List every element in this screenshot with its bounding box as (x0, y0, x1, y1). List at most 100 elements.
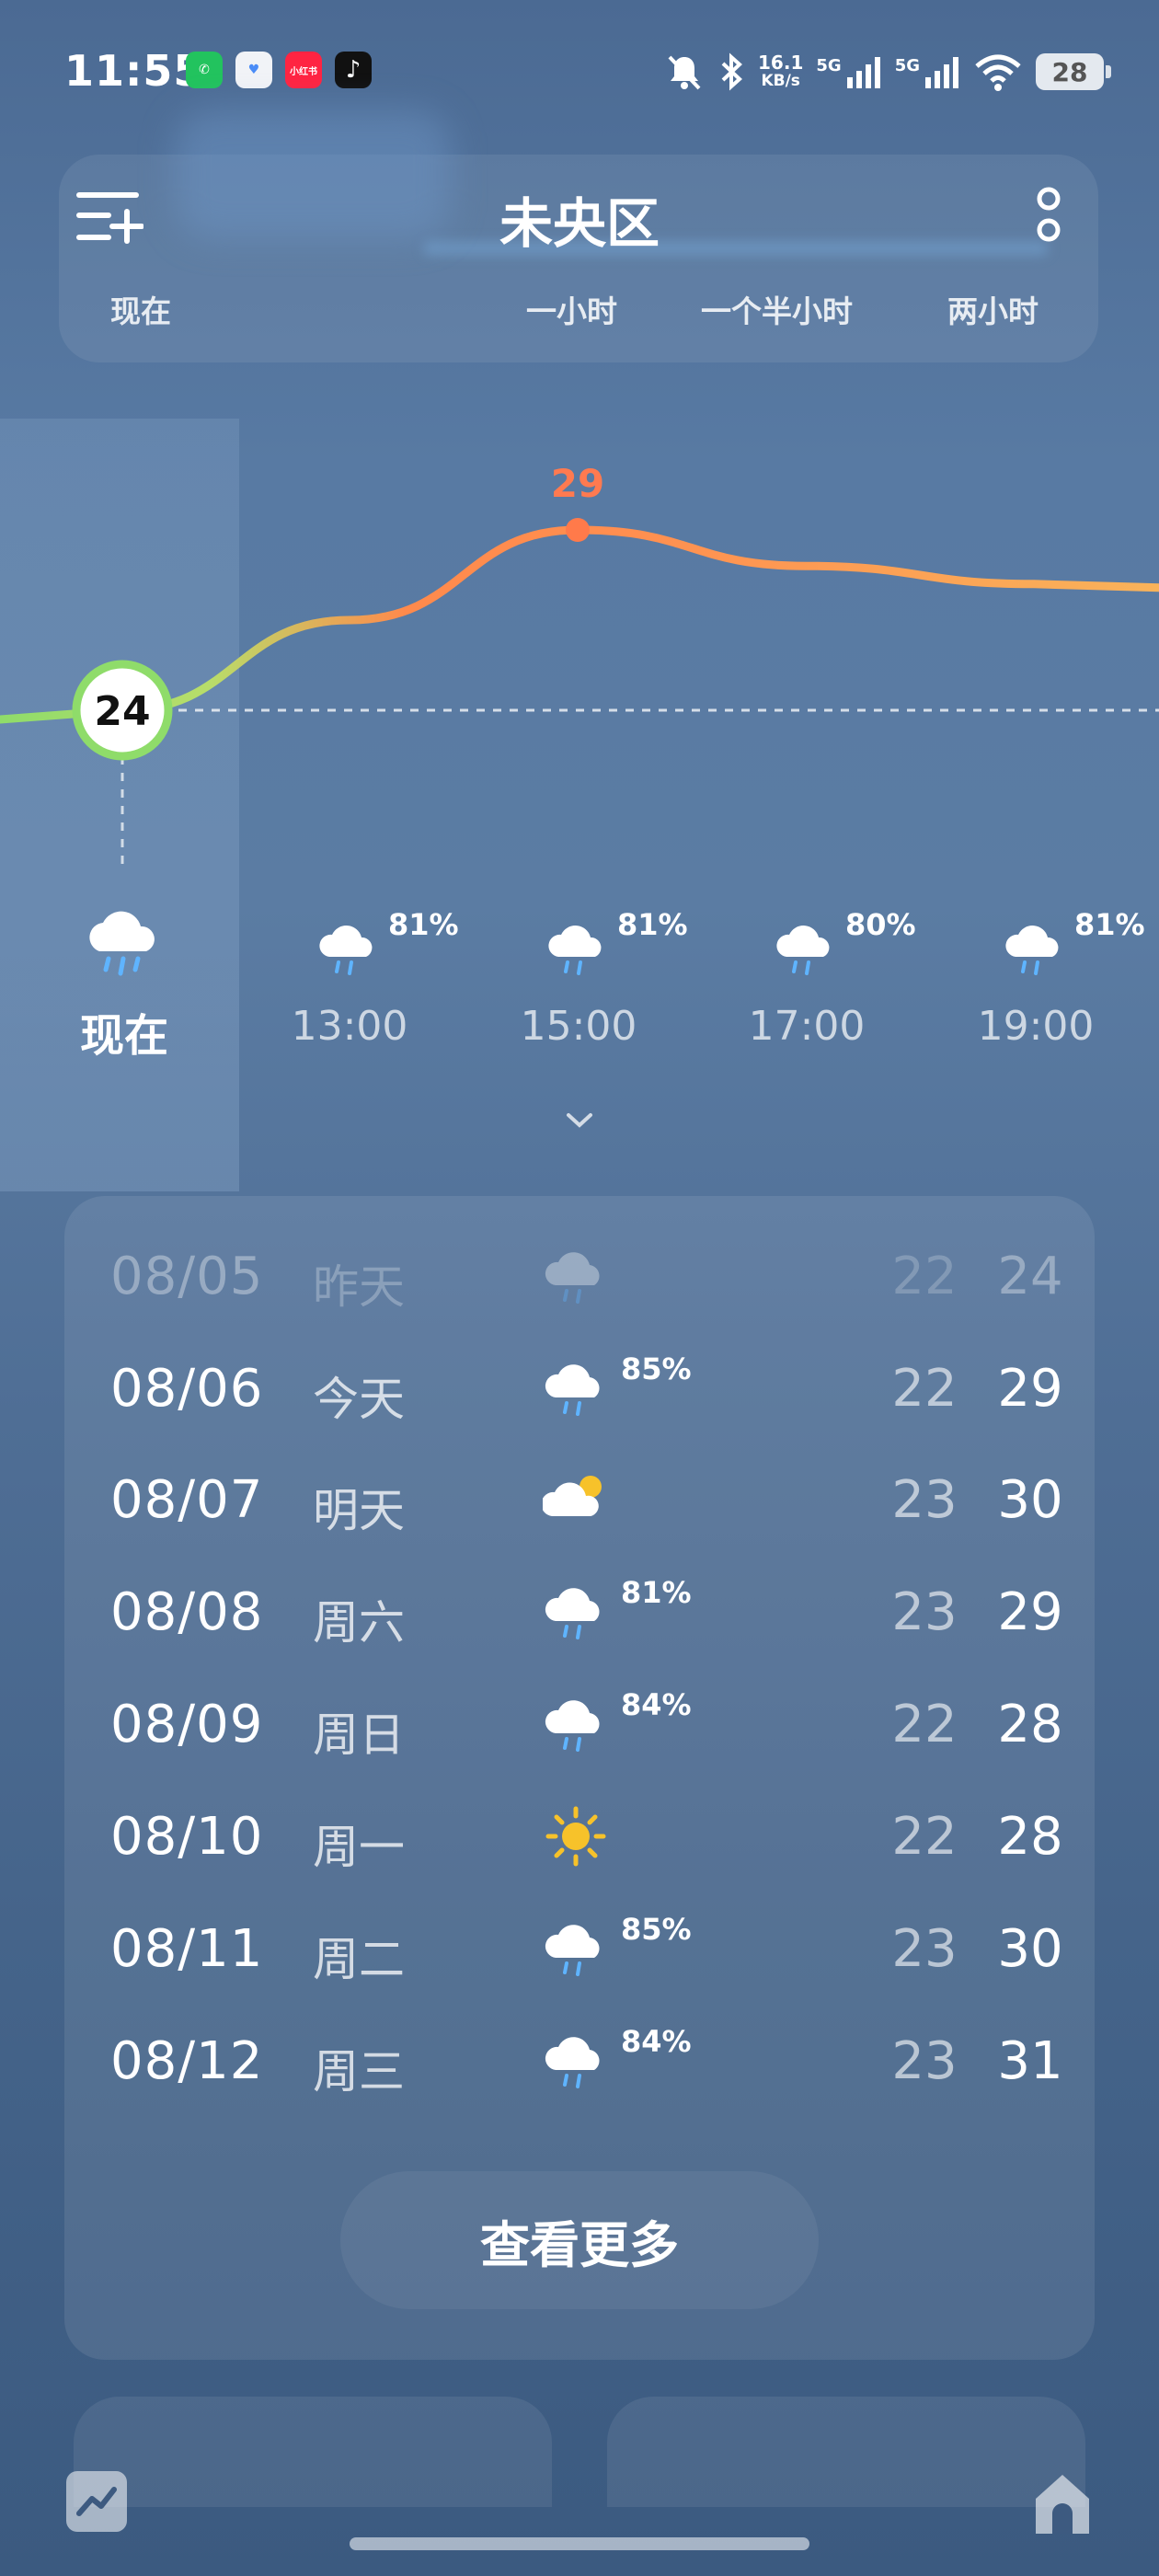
daily-low-temp: 22 (891, 1695, 958, 1754)
hourly-precip-probability: 80% (845, 907, 916, 942)
net-speed: 16.1 KB/s (758, 52, 804, 90)
daily-row[interactable]: 08/11 周二 85% 23 30 (64, 1901, 1095, 1993)
tab-one-hour[interactable]: 一小时 (526, 287, 617, 331)
hourly-time: 17:00 (748, 1003, 866, 1050)
daily-low-temp: 22 (891, 1359, 958, 1419)
daily-day-name: 周二 (313, 1933, 405, 1986)
daily-high-temp: 29 (997, 1359, 1063, 1419)
daily-row[interactable]: 08/07 明天 23 30 (64, 1452, 1095, 1544)
daily-high-temp: 28 (997, 1807, 1063, 1867)
trend-chart-icon[interactable] (66, 2471, 127, 2532)
daily-row[interactable]: 08/10 周一 22 28 (64, 1788, 1095, 1880)
tiktok-icon: ♪ (335, 52, 372, 88)
max-temp-label: 29 (551, 461, 604, 506)
daily-date: 08/05 (110, 1247, 264, 1306)
chevron-down-icon[interactable] (561, 1110, 598, 1132)
more-options-icon[interactable] (1030, 184, 1067, 248)
hourly-precip-probability: 81% (1074, 907, 1145, 942)
status-time: 11:55 (64, 46, 204, 96)
hourly-item[interactable]: 80% 17:00 (706, 900, 916, 1065)
rain-cloud-icon (548, 926, 602, 975)
view-more-button[interactable]: 查看更多 (340, 2171, 819, 2309)
rain-cloud-icon (89, 911, 155, 976)
daily-high-temp: 28 (997, 1695, 1063, 1754)
daily-date: 08/07 (110, 1470, 264, 1530)
daily-day-name: 周日 (313, 1708, 405, 1762)
signal-1: 5G (816, 53, 881, 90)
daily-row[interactable]: 08/06 今天 85% 22 29 (64, 1340, 1095, 1432)
status-indicators: 16.1 KB/s 5G 5G 28 (664, 46, 1111, 98)
temperature-series-line (0, 525, 1159, 724)
daily-high-temp: 24 (997, 1247, 1063, 1306)
wifi-icon (975, 54, 1021, 91)
daily-date: 08/10 (110, 1807, 264, 1867)
xiaohongshu-icon: 小红书 (285, 52, 322, 88)
rain-cloud-icon (543, 1579, 616, 1643)
daily-precip-probability: 84% (621, 2024, 692, 2059)
daily-low-temp: 23 (891, 1582, 958, 1642)
current-temp-label: 24 (94, 688, 150, 735)
hourly-time: 19:00 (977, 1003, 1095, 1050)
daily-low-temp: 23 (891, 1470, 958, 1530)
hourly-item[interactable]: 81% 19:00 (935, 900, 1145, 1065)
signal-bars-icon (925, 57, 958, 88)
rain-cloud-icon (319, 926, 373, 975)
precip-forecast-tabs: 现在 一小时 一个半小时 两小时 (59, 287, 1098, 333)
rain-cloud-icon (776, 926, 830, 975)
signal-bars-icon (846, 57, 880, 88)
rain-cloud-icon (543, 1691, 616, 1755)
daily-row[interactable]: 08/05 昨天 22 24 (64, 1228, 1095, 1320)
tab-one-and-half-hour[interactable]: 一个半小时 (701, 287, 853, 331)
daily-low-temp: 22 (891, 1247, 958, 1306)
max-temp-point (566, 518, 590, 542)
daily-date: 08/11 (110, 1919, 264, 1979)
bottom-card-right (607, 2397, 1085, 2507)
status-bar: 11:55 ✆ ♥ 小红书 ♪ 16.1 KB/s 5G 5G 28 (0, 0, 1159, 138)
daily-date: 08/08 (110, 1582, 264, 1642)
hourly-item[interactable]: 81% 15:00 (477, 900, 688, 1065)
hourly-item[interactable]: 81% 13:00 (248, 900, 459, 1065)
bluetooth-icon (721, 52, 742, 91)
rain-cloud-icon (543, 1915, 616, 1980)
daily-high-temp: 31 (997, 2031, 1063, 2091)
sun-icon (543, 1803, 616, 1868)
daily-day-name: 周六 (313, 1596, 405, 1650)
daily-high-temp: 30 (997, 1470, 1063, 1530)
daily-precip-probability: 85% (621, 1912, 692, 1947)
daily-row[interactable]: 08/09 周日 84% 22 28 (64, 1676, 1095, 1768)
daily-day-name: 明天 (313, 1484, 405, 1537)
daily-precip-probability: 84% (621, 1687, 692, 1722)
hourly-time: 13:00 (291, 1003, 408, 1050)
tab-now[interactable]: 现在 (110, 287, 171, 331)
rain-cloud-icon (1005, 926, 1059, 975)
partly-cloudy-icon (541, 1466, 616, 1531)
daily-low-temp: 23 (891, 1919, 958, 1979)
home-indicator-bar[interactable] (350, 2537, 809, 2550)
daily-precip-probability: 81% (621, 1575, 692, 1610)
daily-date: 08/06 (110, 1359, 264, 1419)
rain-cloud-icon (543, 2028, 616, 2092)
daily-precip-probability: 85% (621, 1351, 692, 1386)
daily-low-temp: 22 (891, 1807, 958, 1867)
battery-indicator: 28 (1036, 53, 1111, 90)
daily-date: 08/12 (110, 2031, 264, 2091)
now-label: 现在 (79, 1010, 168, 1062)
city-title: 未央区 (499, 192, 660, 255)
daily-row[interactable]: 08/12 周三 84% 23 31 (64, 2013, 1095, 2105)
bell-muted-icon (668, 55, 701, 90)
daily-day-name: 昨天 (313, 1260, 405, 1314)
daily-day-name: 周三 (313, 2045, 405, 2099)
daily-high-temp: 30 (997, 1919, 1063, 1979)
home-icon[interactable] (1030, 2466, 1095, 2539)
rain-cloud-icon (543, 1243, 616, 1307)
hourly-precip-probability: 81% (388, 907, 459, 942)
wechat-icon: ✆ (186, 52, 223, 88)
daily-high-temp: 29 (997, 1582, 1063, 1642)
tab-two-hours[interactable]: 两小时 (947, 287, 1039, 331)
daily-day-name: 周一 (313, 1821, 405, 1874)
daily-date: 08/09 (110, 1695, 264, 1754)
bottom-card-left (74, 2397, 552, 2507)
health-icon: ♥ (235, 52, 272, 88)
daily-row[interactable]: 08/08 周六 81% 23 29 (64, 1564, 1095, 1656)
daily-day-name: 今天 (313, 1373, 405, 1426)
